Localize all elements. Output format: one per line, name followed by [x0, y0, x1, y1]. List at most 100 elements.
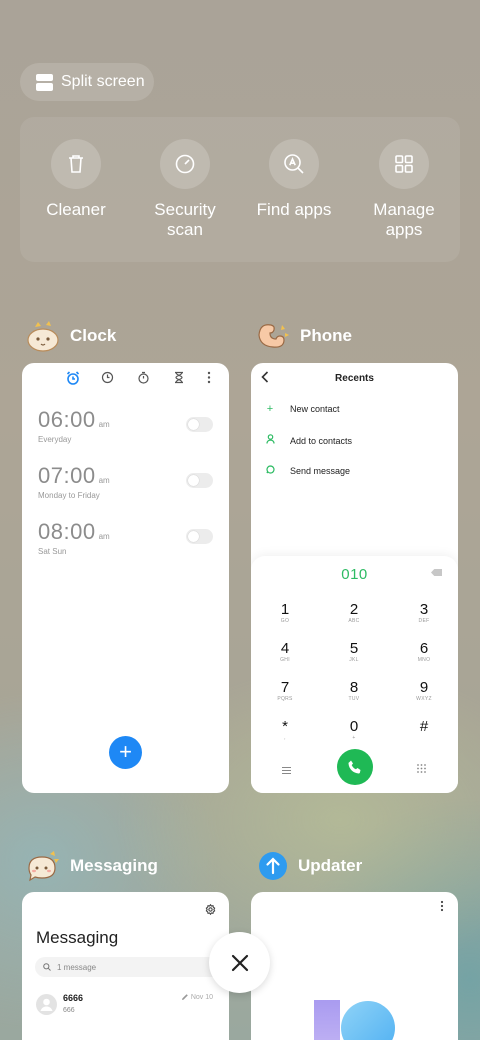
security-scan-icon [160, 139, 210, 189]
clock-tabs [22, 371, 229, 387]
messaging-app-card[interactable]: Messaging 1 message 6666 666 Nov 10 [22, 892, 229, 1040]
dial-key[interactable]: 1 GO [260, 602, 310, 625]
split-screen-icon [36, 73, 53, 91]
dialed-number: 010 [341, 566, 368, 583]
call-button[interactable] [337, 749, 373, 785]
app-name: Clock [70, 326, 117, 345]
phone-app-card[interactable]: Recents + New contact Add to contacts Se… [251, 363, 458, 793]
dial-key[interactable]: 6 MNO [399, 641, 449, 664]
close-icon [231, 954, 248, 971]
dial-key[interactable]: 5 JKL [329, 641, 379, 664]
quick-tools-panel: Cleaner Security scan Find apps Manage a… [20, 117, 460, 262]
key-digit: 0 [349, 718, 359, 735]
key-letters: TUV [348, 696, 360, 702]
key-digit: 2 [349, 601, 359, 618]
timer-tab-icon[interactable] [173, 371, 185, 389]
key-letters: PQRS [277, 696, 293, 702]
app-name: Messaging [70, 856, 158, 875]
clock-app-header: Clock [26, 321, 117, 352]
phone-app-header: Phone [256, 321, 352, 351]
miui-logo-graphic [314, 1000, 404, 1040]
dialpad-toggle-icon[interactable] [417, 760, 426, 778]
key-letters: DEF [418, 618, 430, 624]
plus-icon: + [119, 739, 132, 764]
dial-key[interactable]: 0 + [329, 719, 379, 742]
search-placeholder: 1 message [57, 962, 97, 972]
security-scan-tool[interactable]: Security scan [130, 139, 240, 240]
menu-label: Send message [290, 466, 351, 476]
alarm-time: 07:00 [38, 463, 96, 488]
menu-label: Add to contacts [290, 435, 353, 446]
alarm-item[interactable]: 08:00 am Sat Sun [38, 519, 110, 556]
clock-app-card[interactable]: 06:00 am Everyday 07:00 am Monday to Frida… [22, 363, 229, 793]
dial-key[interactable]: 8 TUV [329, 680, 379, 703]
message-search-input[interactable]: 1 message [35, 957, 225, 977]
key-digit: # [419, 718, 429, 735]
key-digit: 5 [349, 640, 359, 657]
tool-label: Security scan [154, 200, 216, 239]
stopwatch-tab-icon[interactable] [137, 371, 150, 389]
manage-apps-tool[interactable]: Manage apps [349, 139, 459, 240]
messaging-app-header: Messaging [26, 851, 158, 882]
key-digit: * [282, 718, 288, 735]
trash-icon [51, 139, 101, 189]
dial-key[interactable]: 3 DEF [399, 602, 449, 625]
thread-date: Nov 10 [181, 994, 213, 1001]
key-digit: 1 [280, 601, 290, 618]
alarm-ampm: am [98, 532, 110, 541]
dial-key[interactable]: 7 PQRS [260, 680, 310, 703]
dial-key[interactable]: # [399, 719, 449, 735]
app-name: Phone [300, 326, 352, 345]
message-icon [265, 465, 275, 477]
alarm-item[interactable]: 07:00 am Monday to Friday [38, 463, 110, 500]
key-letters: MNO [417, 657, 431, 663]
settings-gear-icon[interactable] [205, 902, 216, 920]
close-all-button[interactable] [209, 932, 270, 993]
key-letters: ABC [348, 618, 360, 624]
alarm-time: 08:00 [38, 519, 96, 544]
alarm-toggle[interactable] [186, 473, 213, 488]
alarm-toggle[interactable] [186, 417, 213, 432]
alarm-repeat: Sat Sun [38, 547, 67, 556]
more-options-icon[interactable] [440, 899, 444, 917]
add-alarm-button[interactable]: + [109, 736, 142, 769]
clock-app-icon [26, 321, 60, 352]
alarm-repeat: Monday to Friday [38, 491, 100, 500]
updater-app-card[interactable] [251, 892, 458, 1040]
messaging-app-icon [26, 851, 60, 882]
messaging-title: Messaging [36, 928, 119, 947]
dial-key[interactable]: 4 GHI [260, 641, 310, 664]
alarm-time: 06:00 [38, 407, 96, 432]
tool-label: Manage apps [373, 200, 435, 239]
alarm-item[interactable]: 06:00 am Everyday [38, 407, 110, 444]
split-screen-button[interactable]: Split screen [20, 63, 154, 101]
thread-preview: 666 [63, 1007, 75, 1014]
dial-key[interactable]: 2 ABC [329, 602, 379, 625]
menu-icon[interactable] [282, 761, 291, 779]
send-message-row[interactable]: Send message [265, 465, 350, 477]
key-letters: + [352, 735, 356, 741]
phone-call-icon [348, 760, 361, 774]
key-letters: GHI [280, 657, 290, 663]
plus-icon: + [266, 403, 274, 415]
key-digit: 4 [280, 640, 290, 657]
key-digit: 3 [419, 601, 429, 618]
updater-app-icon [258, 851, 288, 881]
key-digit: 8 [349, 679, 359, 696]
find-apps-tool[interactable]: Find apps [239, 139, 349, 220]
dial-key[interactable]: *, [260, 719, 310, 742]
tool-label: Find apps [256, 200, 332, 219]
key-letters: GO [280, 618, 290, 624]
alarm-toggle[interactable] [186, 529, 213, 544]
thread-name: 6666 [63, 993, 84, 1003]
alarm-tab-icon[interactable] [66, 371, 80, 390]
cleaner-tool[interactable]: Cleaner [21, 139, 131, 220]
clock-tab-icon[interactable] [101, 371, 114, 389]
more-options-icon[interactable] [207, 371, 211, 389]
dial-key[interactable]: 9 WXYZ [399, 680, 449, 703]
key-letters: JKL [349, 657, 359, 663]
new-contact-row[interactable]: + New contact [265, 403, 340, 415]
add-to-contacts-row[interactable]: Add to contacts [265, 434, 352, 447]
menu-label: New contact [290, 404, 340, 414]
grid-icon [379, 139, 429, 189]
